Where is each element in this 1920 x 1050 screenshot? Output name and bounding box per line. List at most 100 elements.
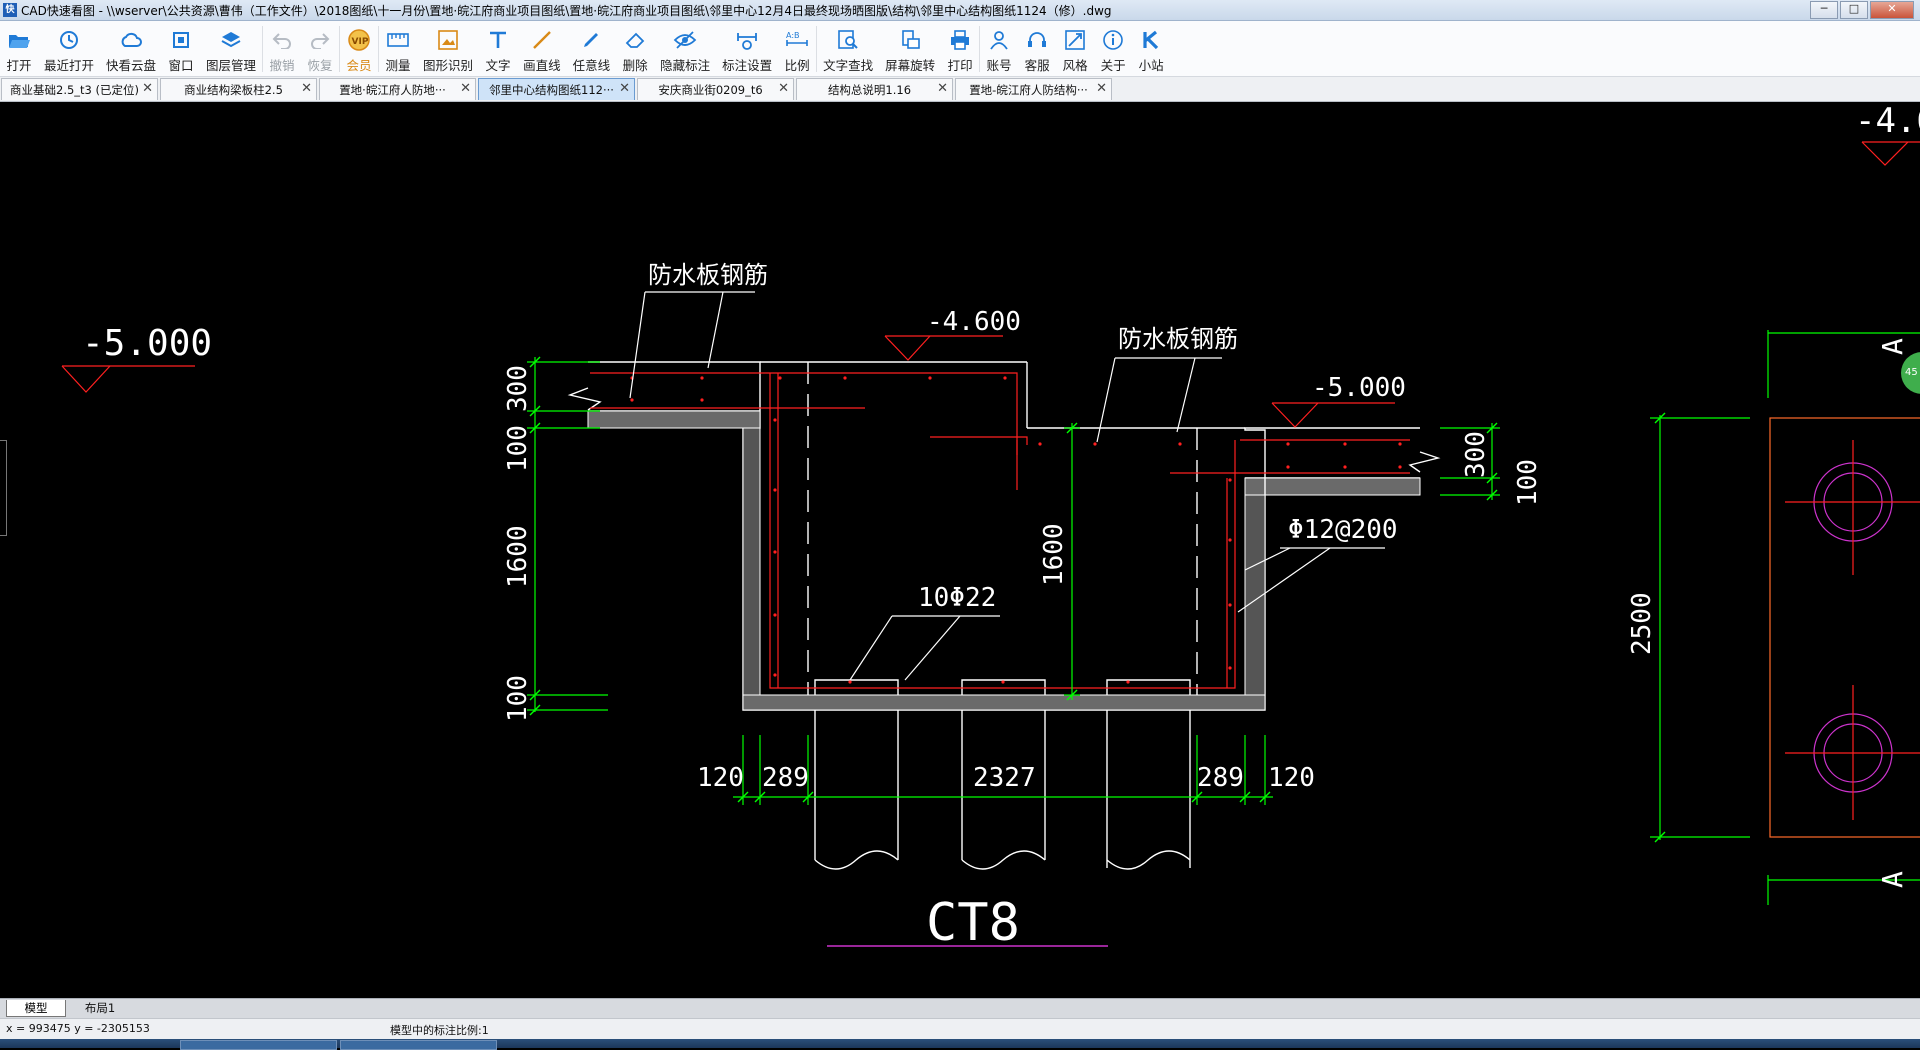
toolbar-scale-button[interactable]: A:B 比例 [778,21,816,76]
toolbar-redo-button[interactable]: 恢复 [301,21,339,76]
elevation-right: -5.000 [1312,373,1406,403]
dim-2500: 2500 [1627,592,1657,655]
pen-icon [578,27,604,53]
toolbar-freeline-button[interactable]: 任意线 [567,21,617,76]
document-tab[interactable]: 安庆商业街0209_t6 ✕ [637,78,794,100]
tab-close-icon[interactable]: ✕ [460,81,471,96]
toolbar-measure-button[interactable]: 测量 [379,21,417,76]
toolbar-layers-button[interactable]: 图层管理 [200,21,262,76]
dim-right-300: 300 [1461,431,1491,478]
scale-icon: A:B [784,27,810,53]
svg-text:VIP: VIP [352,37,369,47]
minimize-button[interactable]: ─ [1810,1,1838,19]
document-tab-label: 安庆商业街0209_t6 [658,82,763,97]
line-icon [529,27,555,53]
maximize-button[interactable]: □ [1840,1,1868,19]
toolbar-station-label: 小站 [1138,58,1164,73]
document-tab[interactable]: 结构总说明1.16 ✕ [796,78,953,100]
tab-close-icon[interactable]: ✕ [619,81,630,96]
dim-bottom-3: 2327 [973,763,1036,793]
undo-icon [269,27,295,53]
document-tab[interactable]: 邻里中心结构图纸112··· ✕ [478,78,635,100]
toolbar-window-button[interactable]: 窗口 [162,21,200,76]
toolbar-line-label: 画直线 [523,58,561,73]
toolbar-style-button[interactable]: 风格 [1056,21,1094,76]
text-icon [485,27,511,53]
document-tab-label: 商业结构梁板柱2.5 [184,82,283,97]
rebar-main-label: 10Φ22 [918,583,996,613]
toolbar-recent-button[interactable]: 最近打开 [38,21,100,76]
toolbar-layers-label: 图层管理 [206,58,257,73]
tab-model[interactable]: 模型 [6,1000,66,1017]
style-icon [1062,27,1088,53]
document-tab[interactable]: 置地-皖江府人防结构··· ✕ [955,78,1112,100]
tab-close-icon[interactable]: ✕ [142,81,153,96]
toolbar-delete-label: 删除 [622,58,648,73]
dim-left-100a: 100 [503,425,533,472]
toolbar-open-label: 打开 [6,58,32,73]
toolbar-open-button[interactable]: 打开 [0,21,38,76]
tab-layout1[interactable]: 布局1 [70,1000,130,1016]
dimension-settings-icon [734,27,760,53]
screen-rotate-icon [897,27,923,53]
toolbar-account-button[interactable]: 账号 [980,21,1018,76]
drawing-canvas[interactable]: -5.000 -4.600 -5.000 -4.60 防水板钢筋 防水板钢筋 1… [0,102,1920,998]
cushion-left [587,410,761,429]
toolbar-window-label: 窗口 [168,58,194,73]
toolbar-service-label: 客服 [1024,58,1050,73]
toolbar-recognize-label: 图形识别 [423,58,474,73]
cushion-bottom [742,694,1266,711]
tab-close-icon[interactable]: ✕ [778,81,789,96]
toolbar-delete-button[interactable]: 删除 [616,21,654,76]
dim-bottom-4: 289 [1197,763,1244,793]
toolbar-hide-button[interactable]: 隐藏标注 [654,21,716,76]
window-controls: ─ □ ✕ [1810,1,1914,19]
printer-icon [947,27,973,53]
status-bar: x = 993475 y = -2305153 模型中的标注比例:1 [0,1018,1920,1039]
document-tab[interactable]: 商业结构梁板柱2.5 ✕ [160,78,317,100]
headset-icon [1024,27,1050,53]
toolbar-service-button[interactable]: 客服 [1018,21,1056,76]
tab-close-icon[interactable]: ✕ [937,81,948,96]
toolbar-recognize-button[interactable]: 图形识别 [417,21,479,76]
taskbar-item[interactable] [180,1040,337,1050]
toolbar-findtext-button[interactable]: 文字查找 [817,21,879,76]
layout-tabs: 模型 布局1 [0,998,1920,1018]
section-a-bottom: A [1876,871,1909,888]
toolbar-station-button[interactable]: 小站 [1132,21,1170,76]
tab-close-icon[interactable]: ✕ [301,81,312,96]
app-logo-icon: 快 [3,3,17,17]
dim-bottom-2: 289 [762,763,809,793]
wall-left-hatch [742,427,761,696]
elevation-top-center: -4.600 [927,307,1021,337]
close-button[interactable]: ✕ [1870,1,1914,19]
ct8-detail [61,141,1920,947]
toolbar-text-button[interactable]: 文字 [479,21,517,76]
section-a-top: A [1876,338,1909,355]
toolbar-line-button[interactable]: 画直线 [517,21,567,76]
tab-close-icon[interactable]: ✕ [1096,81,1107,96]
toolbar-cloud-button[interactable]: 快看云盘 [100,21,162,76]
toolbar-print-button[interactable]: 打印 [941,21,979,76]
drawing-text: -5.000 -4.600 -5.000 -4.60 防水板钢筋 防水板钢筋 1… [82,102,1920,953]
vip-icon: VIP [346,27,372,53]
toolbar-rotate-button[interactable]: 屏幕旋转 [879,21,941,76]
document-tab[interactable]: 置地·皖江府人防地··· ✕ [319,78,476,100]
os-taskbar [0,1039,1920,1050]
annotation-scale: 模型中的标注比例:1 [390,1024,489,1037]
cushion-right [1244,477,1421,496]
toolbar-rotate-label: 屏幕旋转 [885,58,936,73]
rebar-wall-label: Φ12@200 [1288,515,1398,545]
toolbar-dimset-button[interactable]: 标注设置 [716,21,778,76]
toolbar-vip-button[interactable]: VIP 会员 [340,21,378,76]
toolbar-about-button[interactable]: 关于 [1094,21,1132,76]
document-tabs: 商业基础2.5_t3 (已定位) ✕ 商业结构梁板柱2.5 ✕ 置地·皖江府人防地···… [0,77,1920,102]
toolbar-undo-button[interactable]: 撤销 [263,21,301,76]
toolbar-findtext-label: 文字查找 [823,58,874,73]
document-tab-label: 置地-皖江府人防结构··· [969,82,1088,97]
taskbar-item[interactable] [340,1040,497,1050]
toolbar-text-label: 文字 [485,58,511,73]
plan-view [1769,417,1920,838]
document-tab[interactable]: 商业基础2.5_t3 (已定位) ✕ [1,78,158,100]
cad-drawing[interactable]: -5.000 -4.600 -5.000 -4.60 防水板钢筋 防水板钢筋 1… [0,102,1920,998]
